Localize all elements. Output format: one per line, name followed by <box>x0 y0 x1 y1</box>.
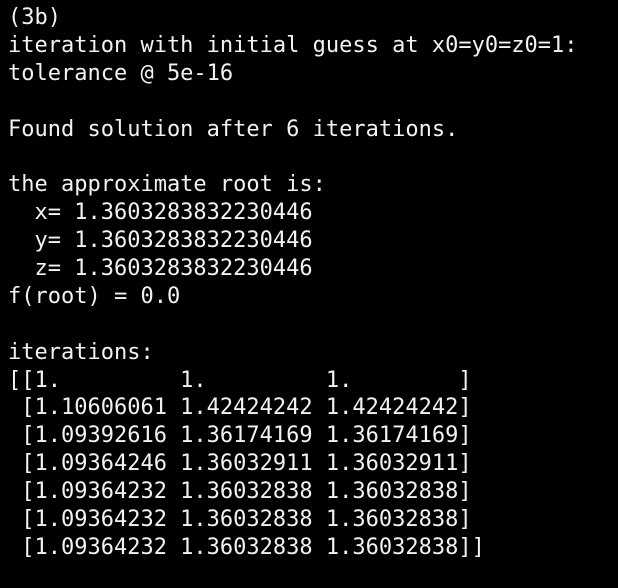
iteration-row: [1.09392616 1.36174169 1.36174169] <box>8 423 472 449</box>
iteration-description: iteration with initial guess at x0=y0=z0… <box>8 32 578 58</box>
terminal-output[interactable]: (3b) iteration with initial guess at x0=… <box>0 0 618 588</box>
section-label: (3b) <box>8 5 61 30</box>
iteration-row: [1.09364232 1.36032838 1.36032838] <box>8 479 472 505</box>
f-root-value: f(root) = 0.0 <box>8 283 181 309</box>
iteration-row: [1.09364246 1.36032911 1.36032911] <box>8 451 472 477</box>
iteration-row: [1.09364232 1.36032838 1.36032838]] <box>8 534 485 560</box>
iteration-row: [1.10606061 1.42424242 1.42424242] <box>8 395 472 421</box>
solution-found-line: Found solution after 6 iterations. <box>8 116 459 142</box>
root-z-value: z= 1.3603283832230446 <box>8 256 313 282</box>
iteration-row: [1.09364232 1.36032838 1.36032838] <box>8 507 472 533</box>
iterations-heading: iterations: <box>8 339 154 365</box>
root-heading: the approximate root is: <box>8 172 326 198</box>
tolerance-line: tolerance @ 5e-16 <box>8 60 234 86</box>
root-y-value: y= 1.3603283832230446 <box>8 228 313 254</box>
root-x-value: x= 1.3603283832230446 <box>8 200 313 226</box>
iteration-row: [[1. 1. 1. ] <box>8 367 472 393</box>
